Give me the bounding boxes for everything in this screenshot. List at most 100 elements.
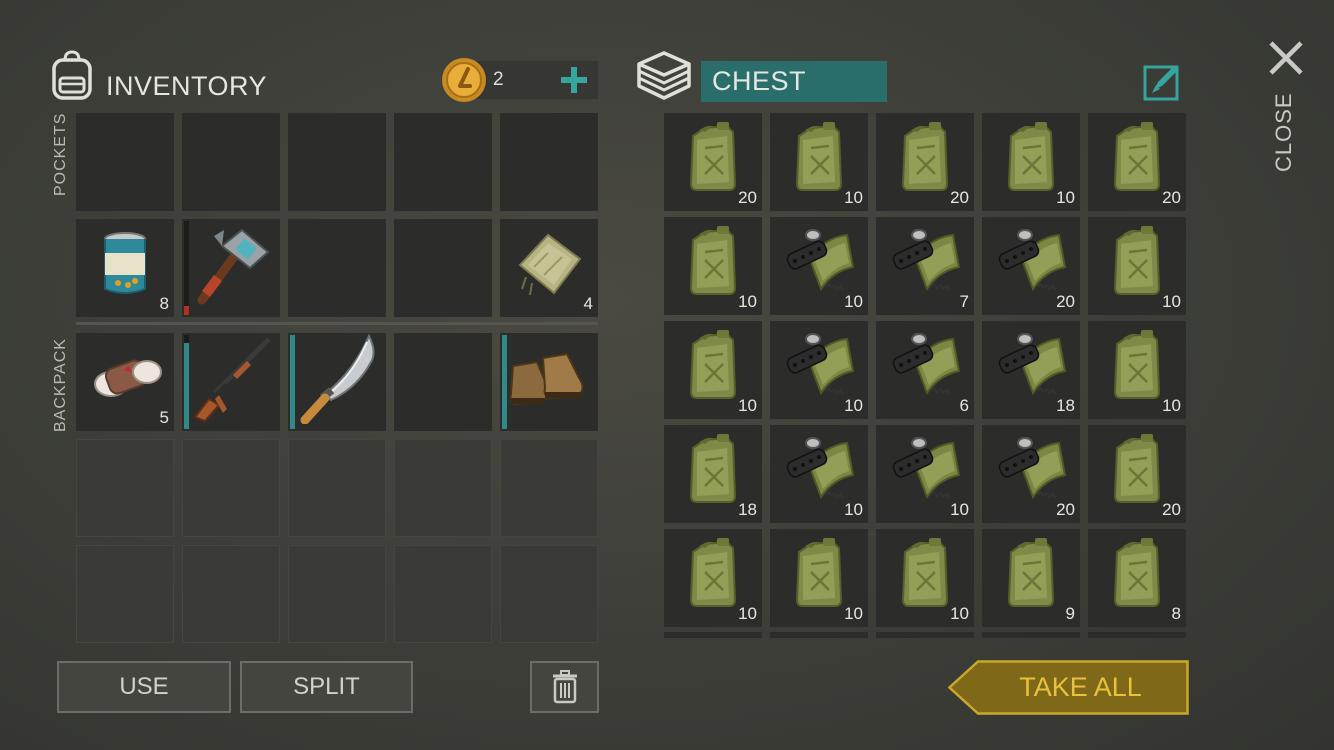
- backpack-slot-empty[interactable]: [394, 545, 492, 643]
- pocket-slot[interactable]: [500, 113, 598, 211]
- pocket-slot[interactable]: [288, 113, 386, 211]
- backpack-slot-empty[interactable]: [288, 439, 386, 537]
- delete-button[interactable]: [530, 661, 599, 713]
- item-quantity: 6: [959, 396, 969, 415]
- backpack-slot-empty[interactable]: [182, 545, 280, 643]
- backpack-slot-empty[interactable]: [500, 439, 598, 537]
- jerrycan-icon: [683, 538, 743, 615]
- pocket-slot[interactable]: [182, 113, 280, 211]
- close-icon[interactable]: [1266, 38, 1306, 83]
- jerrycan-icon: [683, 122, 743, 199]
- jerrycan-icon: [895, 538, 955, 615]
- pocket-slot[interactable]: 4: [500, 219, 598, 317]
- item-quantity: 9: [1065, 604, 1075, 623]
- chest-slot[interactable]: 7: [876, 217, 974, 315]
- rename-chest-button[interactable]: [1142, 62, 1182, 107]
- backpack-slot[interactable]: [182, 333, 280, 431]
- chest-title: CHEST: [712, 66, 807, 96]
- chest-slot[interactable]: 10: [664, 321, 762, 419]
- backpack-slot-empty[interactable]: [500, 545, 598, 643]
- pocket-slot[interactable]: [182, 219, 280, 317]
- close-label[interactable]: CLOSE: [1271, 92, 1297, 172]
- item-quantity: 20: [738, 188, 757, 207]
- pocket-slot[interactable]: [394, 219, 492, 317]
- jerrycan-icon: [789, 538, 849, 615]
- jerrycan-icon: [1107, 330, 1167, 407]
- item-quantity: 20: [950, 188, 969, 207]
- chest-slot[interactable]: 20: [1088, 113, 1186, 211]
- chest-slot[interactable]: 10: [664, 529, 762, 627]
- chest-slot[interactable]: 9: [982, 529, 1080, 627]
- item-quantity: 20: [1162, 188, 1181, 207]
- chest-slot[interactable]: 10: [770, 113, 868, 211]
- jerrycan-icon: [1107, 122, 1167, 199]
- jerrycan-icon: [683, 330, 743, 407]
- chest-slot[interactable]: 18: [982, 321, 1080, 419]
- chest-slot[interactable]: 10: [876, 529, 974, 627]
- chest-slot[interactable]: 20: [664, 113, 762, 211]
- item-quantity: 10: [844, 396, 863, 415]
- chest-slot[interactable]: 6: [876, 321, 974, 419]
- item-quantity: 7: [959, 292, 969, 311]
- chest-slot[interactable]: 8: [1088, 529, 1186, 627]
- chest-slot[interactable]: 10: [770, 529, 868, 627]
- backpack-slot-empty[interactable]: [288, 545, 386, 643]
- backpack-slot-empty[interactable]: [182, 439, 280, 537]
- chest-slot[interactable]: 20: [982, 425, 1080, 523]
- item-quantity: 10: [844, 500, 863, 519]
- chest-slot[interactable]: 10: [770, 425, 868, 523]
- pocket-slot[interactable]: [394, 113, 492, 211]
- backpack-slot-empty[interactable]: [394, 439, 492, 537]
- chest-slot[interactable]: 10: [770, 217, 868, 315]
- item-quantity: 4: [583, 294, 593, 313]
- jerrycan-icon: [1107, 434, 1167, 511]
- jerrycan-icon: [1107, 226, 1167, 303]
- backpack-slot[interactable]: 5: [76, 333, 174, 431]
- chest-slot[interactable]: 18: [664, 425, 762, 523]
- pocket-slot[interactable]: [76, 113, 174, 211]
- chest-slot[interactable]: 10: [1088, 321, 1186, 419]
- take-all-label: TAKE ALL: [1019, 672, 1142, 702]
- split-button[interactable]: SPLIT: [240, 661, 413, 713]
- pocket-slot[interactable]: 8: [76, 219, 174, 317]
- item-quantity: 20: [1056, 500, 1075, 519]
- coin-icon: [440, 56, 488, 109]
- backpack-icon: [48, 50, 96, 105]
- chest-slot[interactable]: 10: [982, 113, 1080, 211]
- use-button[interactable]: USE: [57, 661, 231, 713]
- magazine-icon: [993, 331, 1069, 406]
- chest-slot[interactable]: 10: [770, 321, 868, 419]
- item-quantity: 10: [1162, 396, 1181, 415]
- bandage-icon: [85, 350, 165, 411]
- magazine-icon: [781, 435, 857, 510]
- can-icon: [102, 231, 148, 302]
- magazine-icon: [887, 227, 963, 302]
- item-quantity: 10: [950, 500, 969, 519]
- item-quantity: 10: [738, 396, 757, 415]
- magazine-icon: [993, 227, 1069, 302]
- take-all-button[interactable]: TAKE ALL: [948, 660, 1189, 715]
- item-quantity: 18: [738, 500, 757, 519]
- item-quantity: 8: [159, 294, 169, 313]
- pocket-slot[interactable]: [288, 219, 386, 317]
- add-coins-button[interactable]: [558, 64, 590, 101]
- backpack-slot[interactable]: [500, 333, 598, 431]
- item-quantity: 10: [844, 604, 863, 623]
- chest-slot[interactable]: 10: [876, 425, 974, 523]
- chest-slot[interactable]: 20: [1088, 425, 1186, 523]
- trash-icon: [552, 670, 577, 704]
- backpack-slot[interactable]: [288, 333, 386, 431]
- chest-slot[interactable]: 10: [664, 217, 762, 315]
- backpack-slot-empty[interactable]: [76, 439, 174, 537]
- backpack-slot-empty[interactable]: [76, 545, 174, 643]
- inventory-title: INVENTORY: [106, 71, 268, 101]
- chest-slot[interactable]: 20: [982, 217, 1080, 315]
- coin-count: 2: [493, 69, 504, 90]
- item-quantity: 10: [844, 188, 863, 207]
- item-quantity: 10: [1162, 292, 1181, 311]
- magazine-icon: [781, 227, 857, 302]
- chest-slot[interactable]: 20: [876, 113, 974, 211]
- magazine-icon: [993, 435, 1069, 510]
- backpack-slot[interactable]: [394, 333, 492, 431]
- chest-slot[interactable]: 10: [1088, 217, 1186, 315]
